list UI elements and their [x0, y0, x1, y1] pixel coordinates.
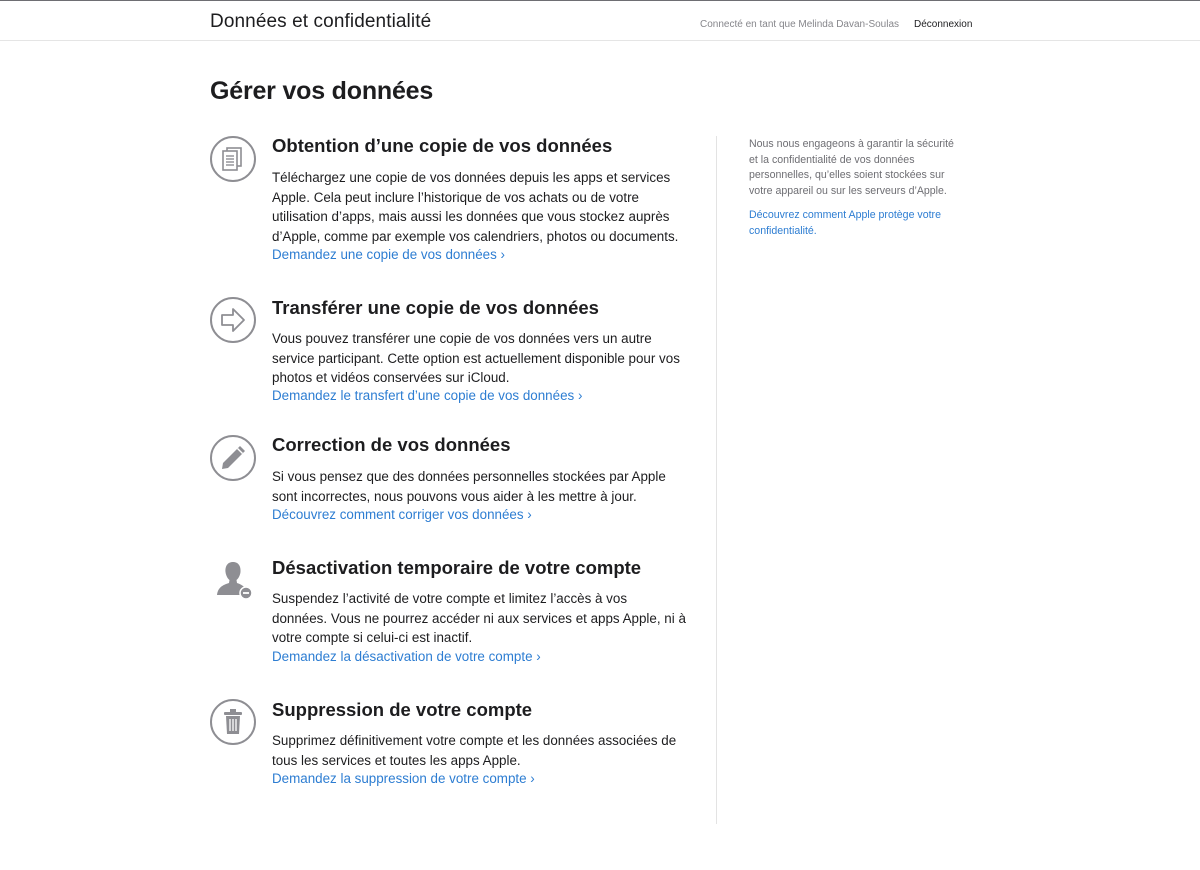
signed-in-status: Connecté en tant que Melinda Davan-Soula…	[700, 19, 900, 30]
section-title: Correction de vos données	[272, 434, 511, 455]
section-title: Transférer une copie de vos données	[272, 297, 599, 318]
section-title: Désactivation temporaire de votre compte	[272, 557, 642, 578]
section-title: Suppression de votre compte	[272, 699, 533, 720]
request-copy-link[interactable]: Demandez une copie de vos données ›	[272, 247, 505, 262]
page-title: Gérer vos données	[210, 77, 434, 105]
request-deletion-link[interactable]: Demandez la suppression de votre compte …	[272, 771, 535, 786]
section-description: Suspendez l’activité de votre compte et …	[272, 591, 686, 645]
request-deactivation-link[interactable]: Demandez la désactivation de votre compt…	[272, 649, 541, 664]
privacy-commitment-text: Nous nous engageons à garantir la sécuri…	[749, 138, 954, 198]
person-minus-icon	[210, 557, 256, 603]
column-divider	[716, 136, 717, 824]
privacy-protection-link[interactable]: Découvrez comment Apple protège votre co…	[749, 208, 971, 239]
section-description: Vous pouvez transférer une copie de vos …	[272, 331, 680, 385]
logout-link[interactable]: Déconnexion	[914, 19, 972, 30]
app-title: Données et confidentialité	[210, 11, 432, 32]
request-transfer-link[interactable]: Demandez le transfert d’une copie de vos…	[272, 388, 582, 403]
document-copy-icon	[210, 136, 256, 182]
arrow-right-icon	[210, 297, 256, 343]
pencil-icon	[210, 435, 256, 481]
section-title: Obtention d’une copie de vos données	[272, 135, 613, 156]
correct-data-link[interactable]: Découvrez comment corriger vos données ›	[272, 507, 532, 522]
top-bar: Données et confidentialité Connecté en t…	[0, 1, 1200, 41]
trash-icon	[210, 699, 256, 745]
section-description: Téléchargez une copie de vos données dep…	[272, 170, 679, 244]
section-description: Si vous pensez que des données personnel…	[272, 469, 666, 504]
section-description: Supprimez définitivement votre compte et…	[272, 733, 677, 768]
